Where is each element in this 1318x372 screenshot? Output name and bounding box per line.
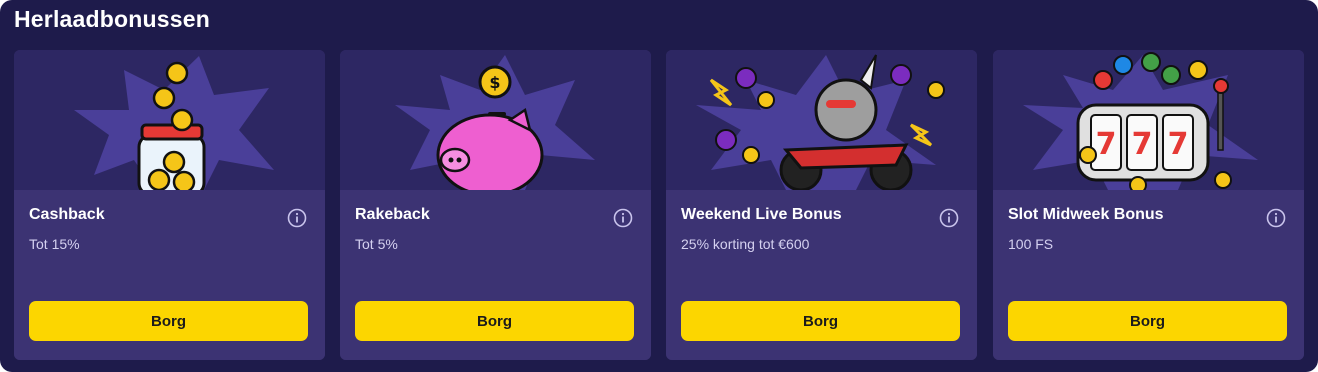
svg-text:7: 7 (1096, 127, 1117, 162)
card-subtitle: 100 FS (1008, 236, 1054, 252)
info-icon[interactable] (1266, 208, 1286, 228)
card-body: Cashback Tot 15% Borg (14, 190, 325, 360)
card-subtitle: Tot 5% (355, 236, 398, 252)
card-title: Cashback (29, 206, 105, 223)
info-icon[interactable] (613, 208, 633, 228)
bonus-card-slot-midweek: 7 7 7 Slot Midweek Bonus 100 FS Borg (993, 50, 1304, 360)
claim-button[interactable]: Borg (29, 301, 308, 341)
card-subtitle: Tot 15% (29, 236, 80, 252)
card-title: Rakeback (355, 206, 430, 223)
svg-text:7: 7 (1168, 127, 1189, 162)
piggy-bank-icon: $ (340, 50, 651, 190)
svg-text:$: $ (489, 73, 500, 92)
reload-bonuses-panel: Herlaadbonussen Cashback Tot 15% Borg $ … (0, 0, 1318, 372)
card-body: Slot Midweek Bonus 100 FS Borg (993, 190, 1304, 360)
claim-button[interactable]: Borg (681, 301, 960, 341)
section-title: Herlaadbonussen (14, 6, 210, 32)
claim-button[interactable]: Borg (355, 301, 634, 341)
info-icon[interactable] (287, 208, 307, 228)
claim-button[interactable]: Borg (1008, 301, 1287, 341)
card-body: Weekend Live Bonus 25% korting tot €600 … (666, 190, 977, 360)
card-title: Slot Midweek Bonus (1008, 206, 1164, 223)
bonus-card-weekend-live: Weekend Live Bonus 25% korting tot €600 … (666, 50, 977, 360)
card-subtitle: 25% korting tot €600 (681, 236, 810, 252)
info-icon[interactable] (939, 208, 959, 228)
card-body: Rakeback Tot 5% Borg (340, 190, 651, 360)
svg-text:7: 7 (1132, 127, 1153, 162)
card-title: Weekend Live Bonus (681, 206, 842, 223)
rhino-motorbike-icon (666, 50, 977, 190)
slot-machine-777-icon: 7 7 7 (993, 50, 1304, 190)
bonus-card-rakeback: $ Rakeback Tot 5% Borg (340, 50, 651, 360)
bonus-card-cashback: Cashback Tot 15% Borg (14, 50, 325, 360)
coin-jar-icon (14, 50, 325, 190)
